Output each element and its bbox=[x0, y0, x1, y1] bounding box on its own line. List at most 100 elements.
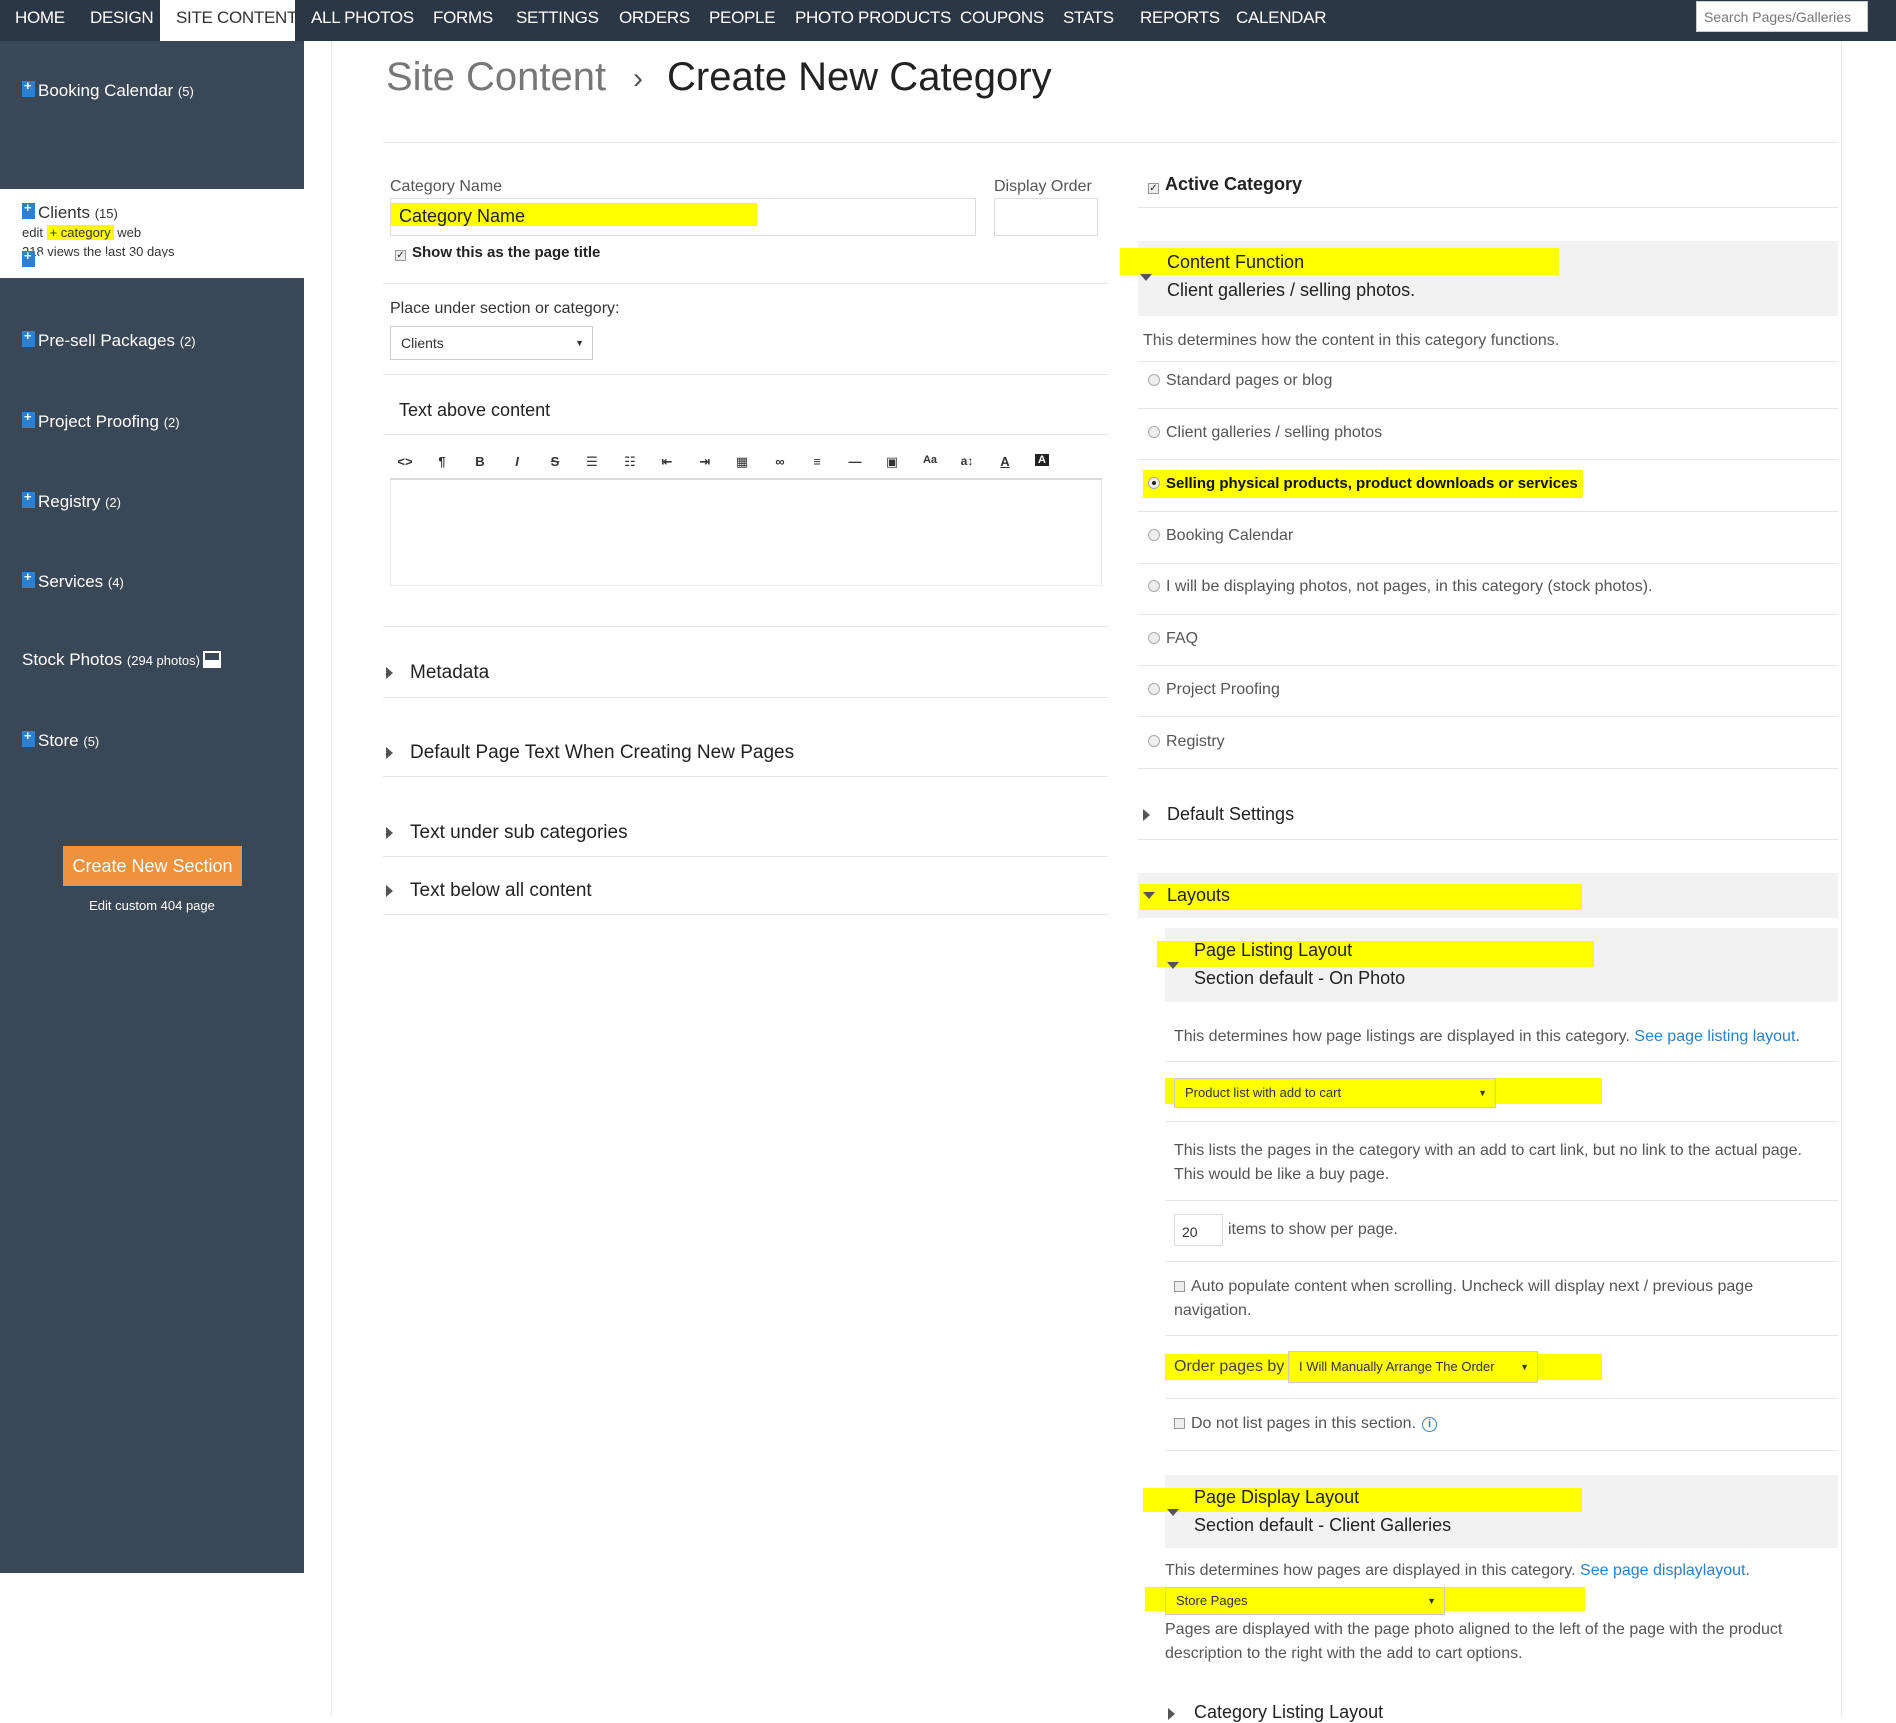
category-name-input[interactable]: Category Name bbox=[390, 198, 976, 236]
expand-arrow-icon bbox=[1167, 1509, 1179, 1516]
link-icon[interactable]: ∞ bbox=[769, 454, 791, 469]
nav-forms[interactable]: FORMS bbox=[433, 0, 493, 41]
text-below-content-toggle[interactable]: Text below all content bbox=[410, 880, 592, 902]
display-order-input[interactable] bbox=[994, 198, 1098, 236]
nav-coupons[interactable]: COUPONS bbox=[960, 0, 1044, 41]
radio-button[interactable] bbox=[1148, 426, 1160, 438]
content-function-option[interactable]: Client galleries / selling photos bbox=[1148, 424, 1382, 442]
do-not-list-option[interactable]: Do not list pages in this section. i bbox=[1174, 1415, 1438, 1433]
font-color-icon[interactable]: A bbox=[994, 454, 1016, 469]
page-listing-desc: This determines how page listings are di… bbox=[1174, 1028, 1800, 1045]
page-listing-layout-title: Page Listing Layout bbox=[1194, 940, 1353, 960]
page-listing-select-desc-2: This would be like a buy page. bbox=[1174, 1166, 1390, 1183]
breadcrumb-section[interactable]: Site Content bbox=[386, 55, 606, 100]
outdent-icon[interactable]: ⇤ bbox=[656, 454, 678, 470]
auto-populate-option[interactable]: Auto populate content when scrolling. Un… bbox=[1174, 1278, 1753, 1296]
page-display-select[interactable]: Store Pages ▼ bbox=[1165, 1587, 1445, 1615]
sidebar-item-registry[interactable]: Registry (2) bbox=[22, 489, 121, 512]
background-color-icon[interactable]: A bbox=[1035, 454, 1049, 466]
clients-web-link[interactable]: web bbox=[117, 225, 141, 240]
radio-button[interactable] bbox=[1148, 580, 1160, 592]
text-above-editor[interactable] bbox=[390, 480, 1102, 586]
nav-site-content[interactable]: SITE CONTENT bbox=[160, 0, 297, 41]
horizontal-rule-icon[interactable]: — bbox=[844, 454, 866, 469]
align-icon[interactable]: ≡ bbox=[806, 454, 828, 469]
sidebar-item-personalized-accessories[interactable]: Personalized Accessories (6) bbox=[22, 248, 252, 271]
see-page-display-layout-link[interactable]: See page displaylayout bbox=[1580, 1562, 1745, 1579]
nav-reports[interactable]: REPORTS bbox=[1140, 0, 1220, 41]
radio-button-selected[interactable] bbox=[1148, 477, 1160, 489]
sidebar-item-store[interactable]: Store (5) bbox=[22, 728, 99, 751]
default-page-text-toggle[interactable]: Default Page Text When Creating New Page… bbox=[410, 742, 794, 764]
sidebar-item-project-proofing[interactable]: Project Proofing (2) bbox=[22, 409, 180, 432]
divider bbox=[383, 283, 1108, 284]
see-page-listing-layout-link[interactable]: See page listing layout bbox=[1634, 1028, 1795, 1045]
radio-button[interactable] bbox=[1148, 374, 1160, 386]
metadata-toggle[interactable]: Metadata bbox=[410, 662, 489, 684]
nav-people[interactable]: PEOPLE bbox=[709, 0, 776, 41]
sidebar-item-presell-packages[interactable]: Pre-sell Packages (2) bbox=[22, 328, 196, 351]
nav-stats[interactable]: STATS bbox=[1063, 0, 1114, 41]
page-display-layout-value: Section default - Client Galleries bbox=[1194, 1515, 1452, 1535]
content-function-option[interactable]: Standard pages or blog bbox=[1148, 372, 1332, 390]
numbered-list-icon[interactable]: ☷ bbox=[619, 454, 641, 470]
show-title-option[interactable]: ✓ Show this as the page title bbox=[395, 244, 600, 261]
page-listing-select[interactable]: Product list with add to cart ▼ bbox=[1174, 1078, 1496, 1108]
category-listing-layout-toggle[interactable]: Category Listing Layout bbox=[1194, 1702, 1383, 1723]
content-function-option[interactable]: FAQ bbox=[1148, 630, 1198, 648]
dropdown-arrow-icon: ▼ bbox=[1427, 1596, 1436, 1606]
auto-populate-checkbox[interactable] bbox=[1174, 1281, 1185, 1292]
nav-home[interactable]: HOME bbox=[0, 0, 76, 41]
nav-calendar[interactable]: CALENDAR bbox=[1236, 0, 1326, 41]
radio-button[interactable] bbox=[1148, 683, 1160, 695]
place-under-select[interactable]: Clients ▼ bbox=[390, 326, 593, 360]
clients-title[interactable]: Clients (15) bbox=[22, 200, 118, 223]
nav-all-photos[interactable]: ALL PHOTOS bbox=[311, 0, 414, 41]
content-function-option[interactable]: I will be displaying photos, not pages, … bbox=[1148, 578, 1652, 596]
code-view-icon[interactable]: <> bbox=[394, 454, 416, 469]
active-category-checkbox[interactable]: ✓ bbox=[1148, 183, 1159, 194]
content-function-option[interactable]: Registry bbox=[1148, 733, 1225, 751]
nav-photo-products[interactable]: PHOTO PRODUCTS bbox=[795, 0, 951, 41]
create-new-section-button[interactable]: Create New Section bbox=[63, 846, 242, 886]
italic-icon[interactable]: I bbox=[506, 454, 528, 469]
sidebar-item-booking-calendar[interactable]: Booking Calendar (5) bbox=[22, 78, 194, 101]
bullet-list-icon[interactable]: ☰ bbox=[581, 454, 603, 470]
auto-populate-option-line-2: navigation. bbox=[1174, 1302, 1252, 1319]
active-category-option[interactable]: ✓ Active Category bbox=[1148, 174, 1302, 195]
default-settings-toggle[interactable]: Default Settings bbox=[1167, 804, 1294, 825]
items-per-page-input[interactable]: 20 bbox=[1174, 1214, 1223, 1246]
edit-404-link[interactable]: Edit custom 404 page bbox=[0, 898, 304, 913]
place-under-label: Place under section or category: bbox=[390, 300, 620, 317]
radio-button[interactable] bbox=[1148, 529, 1160, 541]
info-icon[interactable]: i bbox=[1422, 1417, 1438, 1432]
clients-edit-link[interactable]: edit bbox=[22, 225, 43, 240]
do-not-list-checkbox[interactable] bbox=[1174, 1418, 1185, 1429]
table-icon[interactable]: ▦ bbox=[731, 454, 753, 470]
content-function-option[interactable]: Project Proofing bbox=[1148, 681, 1280, 699]
indent-icon[interactable]: ⇥ bbox=[694, 454, 716, 470]
font-size-icon[interactable]: Aa bbox=[919, 454, 941, 466]
content-function-option[interactable]: Booking Calendar bbox=[1148, 527, 1293, 545]
sidebar-item-services[interactable]: Services (4) bbox=[22, 569, 124, 592]
breadcrumb-separator: › bbox=[633, 62, 643, 95]
dropdown-arrow-icon: ▼ bbox=[1520, 1362, 1529, 1372]
text-under-subcategories-toggle[interactable]: Text under sub categories bbox=[410, 822, 628, 844]
radio-button[interactable] bbox=[1148, 735, 1160, 747]
clients-add-category-link[interactable]: + category bbox=[46, 225, 114, 240]
line-height-icon[interactable]: a↕ bbox=[956, 454, 978, 468]
nav-settings[interactable]: SETTINGS bbox=[516, 0, 599, 41]
collapse-arrow-icon bbox=[1143, 809, 1150, 821]
nav-design[interactable]: DESIGN bbox=[90, 0, 154, 41]
content-function-option-selected[interactable]: Selling physical products, product downl… bbox=[1148, 475, 1578, 492]
strikethrough-icon[interactable]: S bbox=[544, 454, 566, 469]
bold-icon[interactable]: B bbox=[469, 454, 491, 469]
radio-button[interactable] bbox=[1148, 632, 1160, 644]
show-title-checkbox[interactable]: ✓ bbox=[395, 250, 406, 261]
order-pages-select[interactable]: I Will Manually Arrange The Order ▼ bbox=[1288, 1351, 1538, 1383]
sidebar-item-stock-photos[interactable]: Stock Photos (294 photos) bbox=[22, 650, 221, 670]
video-icon[interactable]: ▣ bbox=[881, 454, 903, 470]
paragraph-icon[interactable]: ¶ bbox=[431, 454, 453, 469]
search-input[interactable] bbox=[1697, 2, 1867, 31]
nav-orders[interactable]: ORDERS bbox=[619, 0, 690, 41]
